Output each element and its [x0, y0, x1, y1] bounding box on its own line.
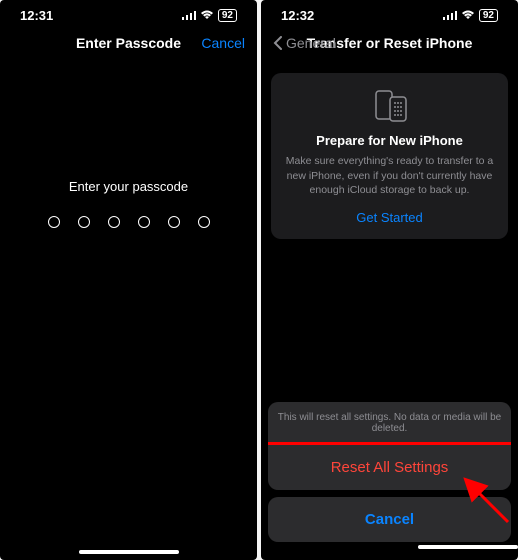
get-started-button[interactable]: Get Started — [283, 210, 496, 225]
prepare-card: Prepare for New iPhone Make sure everyth… — [271, 73, 508, 239]
passcode-dot — [108, 216, 120, 228]
cancel-button[interactable]: Cancel — [201, 35, 245, 51]
page-title: Enter Passcode — [76, 35, 181, 51]
signal-icon — [443, 8, 457, 23]
nav-bar: Enter Passcode Cancel — [0, 27, 257, 59]
reset-all-settings-button[interactable]: Reset All Settings — [268, 445, 511, 490]
phones-icon — [283, 89, 496, 123]
passcode-prompt: Enter your passcode — [69, 179, 188, 194]
passcode-dots[interactable] — [48, 216, 210, 228]
phone-right-reset: 12:32 92 General Transfer or Reset iPhon… — [261, 0, 518, 560]
sheet-header: This will reset all settings. No data or… — [268, 402, 511, 445]
status-time: 12:32 — [281, 8, 314, 23]
back-button[interactable]: General — [273, 35, 336, 51]
passcode-dot — [168, 216, 180, 228]
passcode-dot — [78, 216, 90, 228]
wifi-icon — [200, 8, 214, 23]
status-right: 92 — [443, 8, 498, 23]
status-bar: 12:31 92 — [0, 0, 257, 27]
action-sheet: This will reset all settings. No data or… — [261, 402, 518, 560]
passcode-dot — [48, 216, 60, 228]
card-description: Make sure everything's ready to transfer… — [283, 154, 496, 198]
sheet-cancel-button[interactable]: Cancel — [268, 497, 511, 542]
highlight-annotation: Reset All Settings — [268, 442, 511, 490]
home-indicator[interactable] — [418, 545, 518, 549]
battery-level: 92 — [218, 9, 237, 22]
passcode-dot — [138, 216, 150, 228]
passcode-dot — [198, 216, 210, 228]
nav-bar: General Transfer or Reset iPhone — [261, 27, 518, 59]
passcode-area: Enter your passcode — [0, 179, 257, 228]
signal-icon — [182, 8, 196, 23]
card-title: Prepare for New iPhone — [283, 133, 496, 148]
status-bar: 12:32 92 — [261, 0, 518, 27]
wifi-icon — [461, 8, 475, 23]
status-time: 12:31 — [20, 8, 53, 23]
back-label: General — [286, 35, 336, 51]
battery-level: 92 — [479, 9, 498, 22]
home-indicator[interactable] — [79, 550, 179, 554]
chevron-left-icon — [273, 36, 283, 50]
phone-left-passcode: 12:31 92 Enter Passcode Cancel Enter you… — [0, 0, 257, 560]
status-right: 92 — [182, 8, 237, 23]
